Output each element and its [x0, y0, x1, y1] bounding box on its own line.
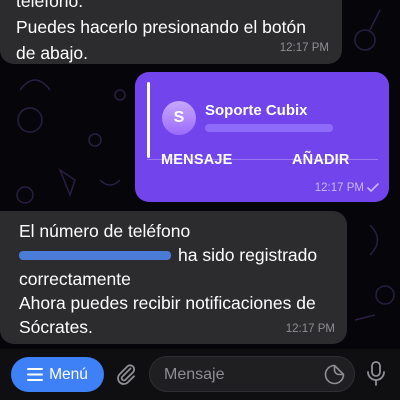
avatar[interactable]: S [162, 101, 196, 135]
contact-card[interactable]: S Soporte Cubix [147, 82, 378, 158]
message-line: El número de teléfono [19, 221, 191, 241]
contact-message-bubble[interactable]: S Soporte Cubix MENSAJE AÑADIR 12:17 PM [135, 72, 389, 202]
message-input[interactable] [162, 357, 316, 393]
add-contact-button[interactable]: AÑADIR [292, 152, 350, 180]
microphone-icon[interactable] [365, 361, 387, 387]
message-line: Sócrates. [19, 317, 93, 337]
paperclip-icon[interactable] [114, 362, 138, 386]
redacted-phone-number [205, 124, 333, 132]
chat-screen: teléfono. Puedes hacerlo presionando el … [0, 0, 400, 400]
message-line: Ahora puedes recibir notificaciones de [19, 293, 316, 313]
message-time: 12:17 PM [285, 323, 335, 335]
redacted-phone-number [19, 251, 171, 260]
message-line: de abajo. [16, 43, 89, 63]
checkmark-icon [367, 183, 379, 192]
message-time: 12:17 PM [314, 182, 364, 194]
contact-name[interactable]: Soporte Cubix [205, 102, 308, 119]
message-text: teléfono. Puedes hacerlo presionando el … [16, 0, 306, 66]
message-line: ha sido registrado [178, 245, 318, 265]
message-meta: 12:17 PM [315, 182, 379, 194]
menu-button-label: Menú [49, 365, 88, 383]
message-contact-button[interactable]: MENSAJE [161, 152, 233, 180]
message-input-container[interactable] [149, 356, 355, 393]
composer-bar: Menú [0, 349, 400, 400]
sticker-icon[interactable] [324, 364, 345, 385]
message-bubble-incoming[interactable]: teléfono. Puedes hacerlo presionando el … [0, 0, 342, 64]
menu-button[interactable]: Menú [11, 357, 104, 392]
message-bubble-incoming[interactable]: El número de teléfono ha sido registrado… [0, 211, 347, 344]
message-time: 12:17 PM [279, 42, 329, 54]
message-line: Puedes hacerlo presionando el botón [16, 17, 306, 37]
message-line: correctamente [19, 269, 131, 289]
message-line: teléfono. [16, 0, 84, 11]
contact-card-accent-bar [147, 82, 150, 158]
hamburger-icon [27, 368, 44, 381]
